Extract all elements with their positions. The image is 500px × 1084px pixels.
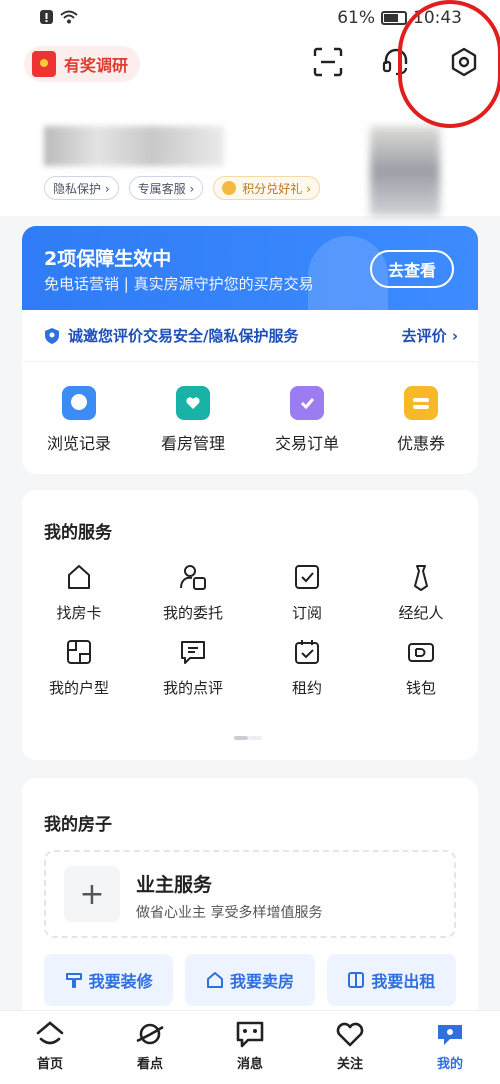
quick-label: 交易订单	[274, 434, 339, 453]
wallet-icon	[408, 643, 434, 662]
survey-label: 有奖调研	[64, 56, 129, 75]
person-document-icon	[180, 565, 206, 590]
tab-mine[interactable]: 我的	[400, 1011, 500, 1084]
my-services-card: 我的服务 找房卡 我的委托 订阅 经纪人 我的户型 我的点评 租约 钱包	[22, 490, 478, 760]
service-label: 找房卡	[56, 604, 102, 622]
service-floorplan[interactable]: 我的户型	[22, 637, 136, 698]
battery-percent: 61%	[337, 8, 375, 28]
renovate-button[interactable]: 我要装修	[44, 954, 174, 1006]
tab-messages[interactable]: 消息	[200, 1011, 300, 1084]
tab-label: 看点	[136, 1057, 163, 1072]
service-subscribe[interactable]: 订阅	[250, 562, 364, 623]
tab-label: 关注	[336, 1057, 363, 1072]
door-icon	[348, 972, 365, 988]
wifi-icon	[60, 10, 78, 24]
house-actions: 我要装修 我要卖房 我要出租	[44, 954, 456, 1006]
tab-label: 消息	[236, 1057, 263, 1072]
owner-service-box[interactable]: + 业主服务 做省心业主 享受多样增值服务	[44, 850, 456, 938]
view-button[interactable]: 去查看	[369, 250, 454, 288]
message-icon	[236, 1021, 264, 1048]
chat-bubble-icon	[62, 386, 96, 420]
annotation-circle	[398, 0, 500, 128]
survey-button[interactable]: 有奖调研	[24, 46, 141, 82]
brush-icon	[65, 973, 82, 988]
tab-follow[interactable]: 关注	[300, 1011, 400, 1084]
house-icon	[68, 565, 90, 589]
quick-viewing-management[interactable]: 看房管理	[136, 362, 250, 474]
service-label: 租约	[291, 679, 322, 697]
service-label: 经纪人	[398, 604, 444, 622]
privacy-pill[interactable]: 隐私保护 ›	[44, 176, 119, 200]
calendar-check-icon	[295, 640, 319, 664]
sell-house-button[interactable]: 我要卖房	[185, 954, 315, 1006]
customer-service-pill[interactable]: 专属客服 ›	[128, 176, 204, 200]
tie-icon	[414, 565, 428, 591]
tab-label: 首页	[36, 1057, 63, 1072]
profile-pills: 隐私保护 › 专属客服 › 积分兑好礼 ›	[44, 176, 320, 200]
service-house-card[interactable]: 找房卡	[22, 562, 136, 623]
protection-banner[interactable]: 2项保障生效中 免电话营销 | 真实房源守护您的买房交易 去查看	[22, 226, 478, 310]
owner-service-subtitle: 做省心业主 享受多样增值服务	[136, 905, 323, 921]
house-icon	[206, 972, 223, 988]
action-label: 我要出租	[371, 972, 436, 991]
quick-browse-history[interactable]: 浏览记录	[22, 362, 136, 474]
avatar[interactable]	[370, 126, 440, 216]
quick-actions: 浏览记录 看房管理 交易订单 优惠券	[22, 362, 478, 474]
services-grid: 找房卡 我的委托 订阅 经纪人 我的户型 我的点评 租约 钱包	[22, 562, 478, 698]
ticket-icon	[404, 386, 438, 420]
quick-label: 优惠券	[396, 434, 445, 453]
service-label: 钱包	[405, 679, 436, 697]
comment-icon	[181, 641, 205, 664]
service-label: 我的委托	[162, 604, 223, 622]
red-envelope-icon	[32, 51, 56, 77]
heart-house-icon	[176, 386, 210, 420]
scan-icon[interactable]	[312, 46, 344, 78]
invite-text: 诚邀您评价交易安全/隐私保护服务	[68, 327, 299, 345]
username-blurred	[44, 126, 224, 166]
evaluate-link[interactable]: 去评价 ›	[402, 325, 458, 346]
service-label: 我的户型	[48, 679, 109, 697]
quick-label: 浏览记录	[46, 434, 111, 453]
banner-title: 2项保障生效中	[44, 248, 172, 270]
quick-trade-orders[interactable]: 交易订单	[250, 362, 364, 474]
house-title: 我的房子	[44, 815, 112, 835]
banner-subtitle: 免电话营销 | 真实房源守护您的买房交易	[44, 275, 314, 293]
tab-home[interactable]: 首页	[0, 1011, 100, 1084]
evaluation-invite[interactable]: 诚邀您评价交易安全/隐私保护服务 去评价 ›	[22, 310, 478, 362]
bottom-tab-bar: 首页 看点 消息 关注 我的	[0, 1010, 500, 1084]
points-pill-label: 积分兑好礼 ›	[242, 181, 311, 196]
points-pill[interactable]: 积分兑好礼 ›	[213, 176, 320, 200]
rent-out-button[interactable]: 我要出租	[326, 954, 456, 1006]
tab-discover[interactable]: 看点	[100, 1011, 200, 1084]
status-left	[40, 9, 78, 25]
service-label: 我的点评	[162, 679, 223, 697]
owner-service-title: 业主服务	[136, 874, 213, 896]
action-label: 我要卖房	[229, 972, 294, 991]
location-shield-icon	[45, 327, 59, 344]
my-house-card: 我的房子 + 业主服务 做省心业主 享受多样增值服务 我要装修 我要卖房 我要出…	[22, 778, 478, 1038]
battery-icon	[381, 11, 407, 25]
subscribe-check-icon	[295, 565, 319, 589]
tab-label: 我的	[436, 1057, 463, 1072]
alert-icon	[40, 10, 53, 24]
planet-icon	[136, 1023, 164, 1045]
service-wallet[interactable]: 钱包	[364, 637, 478, 698]
service-entrust[interactable]: 我的委托	[136, 562, 250, 623]
plus-icon: +	[64, 866, 120, 922]
service-agent[interactable]: 经纪人	[364, 562, 478, 623]
service-review[interactable]: 我的点评	[136, 637, 250, 698]
floorplan-icon	[67, 640, 91, 664]
quick-label: 看房管理	[160, 434, 225, 453]
profile-icon	[438, 1025, 462, 1045]
service-lease[interactable]: 租约	[250, 637, 364, 698]
coin-icon	[222, 181, 237, 195]
services-title: 我的服务	[44, 523, 112, 543]
heart-icon	[336, 1022, 364, 1047]
quick-coupons[interactable]: 优惠券	[364, 362, 478, 474]
service-label: 订阅	[291, 604, 322, 622]
home-icon	[36, 1021, 64, 1045]
action-label: 我要装修	[88, 972, 153, 991]
page-indicator	[234, 736, 262, 740]
clipboard-check-icon	[290, 386, 324, 420]
